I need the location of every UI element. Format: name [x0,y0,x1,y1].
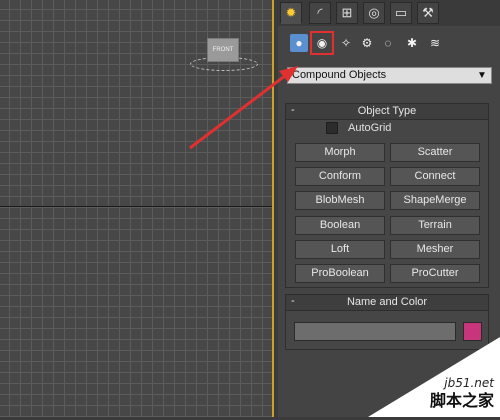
display-tab[interactable]: ▭ [390,2,412,24]
motion-icon: ◎ [368,5,380,20]
collapse-icon: - [291,104,295,116]
autogrid-checkbox[interactable] [326,122,338,134]
name-and-color-rollout-header[interactable]: - Name and Color [286,295,488,311]
site-watermark: jb51.net 脚本之家 [368,337,500,417]
boolean-button[interactable]: Boolean [295,216,385,235]
grid-axis-line [0,206,272,207]
shapes-icon[interactable]: ◉ [310,31,334,55]
viewcube[interactable]: FRONT [207,38,239,62]
command-panel-tabs: ✹ ◜ ⊞ ◎ ▭ ⚒ [278,0,500,26]
modify-icon: ◜ [317,5,323,20]
scatter-button[interactable]: Scatter [390,143,480,162]
utilities-tab[interactable]: ⚒ [417,2,439,24]
create-tab[interactable]: ✹ [280,2,302,24]
collapse-icon: - [291,295,295,307]
blobmesh-button[interactable]: BlobMesh [295,191,385,210]
perspective-viewport[interactable]: FRONT [0,0,274,417]
lights-icon[interactable]: ✧ [337,34,355,52]
watermark-chinese: 脚本之家 [429,391,494,410]
conform-button[interactable]: Conform [295,167,385,186]
systems-icon[interactable]: ≋ [426,34,444,52]
geometry-icon[interactable]: ● [290,34,308,52]
autogrid-label: AutoGrid [348,122,392,134]
utilities-icon: ⚒ [422,5,434,20]
autogrid-option[interactable]: AutoGrid [326,122,391,134]
dropdown-value: Compound Objects [292,69,387,81]
object-type-title: Object Type [357,105,417,117]
object-type-rollout-header[interactable]: - Object Type [286,104,488,120]
motion-tab[interactable]: ◎ [363,2,385,24]
morph-button[interactable]: Morph [295,143,385,162]
space-warps-icon[interactable]: ✱ [403,34,421,52]
terrain-button[interactable]: Terrain [390,216,480,235]
cameras-icon[interactable]: ⚙ [358,34,376,52]
chevron-down-icon: ▼ [477,70,487,81]
create-icon: ✹ [285,5,297,20]
name-and-color-title: Name and Color [346,296,428,308]
object-category-dropdown[interactable]: Compound Objects ▼ [287,67,492,84]
display-icon: ▭ [394,5,408,20]
object-type-rollout: - Object Type AutoGrid Morph Scatter Con… [285,103,489,288]
proboolean-button[interactable]: ProBoolean [295,264,385,283]
hierarchy-tab[interactable]: ⊞ [336,2,358,24]
hierarchy-icon: ⊞ [341,5,353,20]
shapemerge-button[interactable]: ShapeMerge [390,191,480,210]
mesher-button[interactable]: Mesher [390,240,480,259]
loft-button[interactable]: Loft [295,240,385,259]
helpers-icon[interactable]: ◌ [379,34,397,52]
procutter-button[interactable]: ProCutter [390,264,480,283]
modify-tab[interactable]: ◜ [309,2,331,24]
connect-button[interactable]: Connect [390,167,480,186]
create-category-row: ● ◉ ✧ ⚙ ◌ ✱ ≋ [278,28,500,60]
